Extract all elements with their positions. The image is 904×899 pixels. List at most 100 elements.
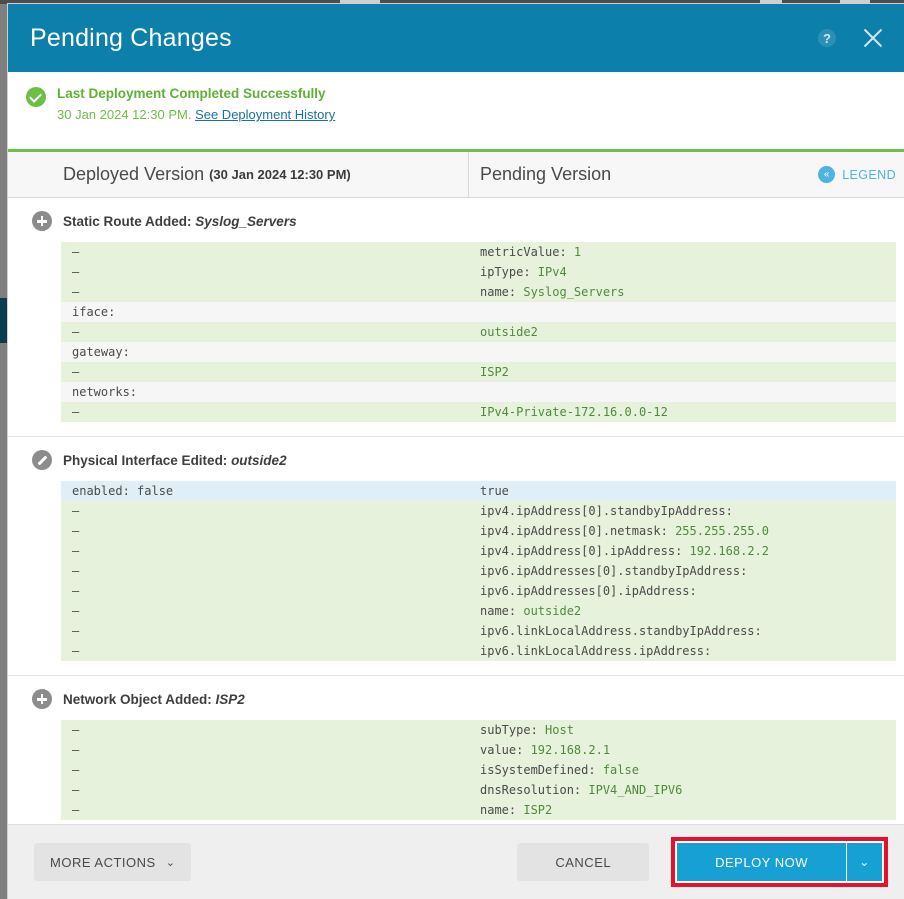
diff-cell-deployed: – <box>61 641 469 661</box>
diff-cell-pending: ipv6.ipAddresses[0].ipAddress: <box>469 581 896 601</box>
change-block-title: Network Object Added: ISP2 <box>63 692 245 707</box>
diff-value: outside2 <box>480 325 538 339</box>
diff-cell-pending: ISP2 <box>469 362 896 382</box>
pending-version-header: Pending Version « LEGEND <box>469 152 904 197</box>
diff-cell-deployed: – <box>61 501 469 521</box>
diff-empty-dash: – <box>72 783 80 797</box>
change-block-title-prefix: Network Object Added: <box>63 691 216 707</box>
help-circle-icon[interactable]: ? <box>818 29 836 47</box>
change-block: Physical Interface Edited: outside2 enabl… <box>8 437 904 676</box>
diff-cell-pending: name: ISP2 <box>469 800 896 820</box>
version-column-headers: Deployed Version (30 Jan 2024 12:30 PM) … <box>8 152 904 198</box>
diff-group-label: networks: <box>72 385 138 399</box>
diff-cell-pending: true <box>469 481 896 501</box>
diff-empty-dash: – <box>72 544 80 558</box>
change-block-header[interactable]: Network Object Added: ISP2 <box>8 676 904 720</box>
diff-key: ipv4.ipAddress[0].ipAddress: <box>480 544 690 558</box>
change-block-title-prefix: Physical Interface Edited: <box>63 452 232 468</box>
diff-cell-pending: ipv6.linkLocalAddress.standbyIpAddress: <box>469 621 896 641</box>
background-navy-accent <box>0 298 8 343</box>
diff-cell-deployed: iface: <box>61 302 469 322</box>
diff-cell-deployed: – <box>61 541 469 561</box>
diff-cell-pending: ipv6.ipAddresses[0].standbyIpAddress: <box>469 561 896 581</box>
diff-row: – name: ISP2 <box>61 800 896 820</box>
diff-cell-pending: dnsResolution: IPV4_AND_IPV6 <box>469 780 896 800</box>
diff-empty-dash: – <box>72 644 80 658</box>
diff-value: 192.168.2.1 <box>530 743 611 757</box>
diff-group-label: gateway: <box>72 345 130 359</box>
diff-empty-dash: – <box>72 325 80 339</box>
diff-empty-dash: – <box>72 265 80 279</box>
diff-cell-deployed: – <box>61 601 469 621</box>
change-block-header[interactable]: Static Route Added: Syslog_Servers <box>8 198 904 242</box>
diff-row: enabled: false true <box>61 481 896 501</box>
diff-cell-deployed: – <box>61 362 469 382</box>
diff-row: – outside2 <box>61 322 896 342</box>
deployed-version-timestamp: (30 Jan 2024 12:30 PM) <box>209 167 351 182</box>
diff-table: enabled: false true – ipv4.ipAddress[0].sta… <box>61 481 896 661</box>
see-deployment-history-link[interactable]: See Deployment History <box>195 107 335 122</box>
diff-row: – isSystemDefined: false <box>61 760 896 780</box>
diff-key: ipv6.ipAddresses[0].standbyIpAddress: <box>480 564 748 578</box>
deploy-options-chevron-down-icon[interactable]: ⌄ <box>846 843 882 881</box>
diff-cell-pending: isSystemDefined: false <box>469 760 896 780</box>
diff-value: ISP2 <box>480 365 509 379</box>
diff-cell-pending <box>469 302 896 322</box>
pending-changes-dialog: Pending Changes ? Last Deployment Comple… <box>8 4 904 899</box>
diff-key: enabled: <box>72 484 138 498</box>
diff-cell-pending <box>469 342 896 362</box>
diff-cell-pending: outside2 <box>469 322 896 342</box>
diff-cell-pending: ipv4.ipAddress[0].netmask: 255.255.255.0 <box>469 521 896 541</box>
dialog-titlebar: Pending Changes ? <box>8 4 904 72</box>
plus-circle-icon <box>32 211 52 231</box>
change-block: Network Object Added: ISP2 – subType: Host… <box>8 676 904 824</box>
close-icon[interactable] <box>860 25 886 51</box>
diff-row: networks: <box>61 382 896 402</box>
diff-row: – ipv4.ipAddress[0].ipAddress: 192.168.2.… <box>61 541 896 561</box>
change-block-title-name: ISP2 <box>215 691 245 707</box>
more-actions-label: MORE ACTIONS <box>50 854 156 870</box>
diff-row: – ipv6.ipAddresses[0].standbyIpAddress: <box>61 561 896 581</box>
diff-cell-pending: ipType: IPv4 <box>469 262 896 282</box>
diff-empty-dash: – <box>72 405 80 419</box>
diff-row: – ipv4.ipAddress[0].standbyIpAddress: <box>61 501 896 521</box>
changes-list[interactable]: Static Route Added: Syslog_Servers – metri… <box>8 198 904 824</box>
diff-cell-deployed: – <box>61 581 469 601</box>
dialog-title: Pending Changes <box>30 23 232 52</box>
diff-empty-dash: – <box>72 584 80 598</box>
diff-value: 255.255.255.0 <box>675 524 769 538</box>
diff-empty-dash: – <box>72 604 80 618</box>
diff-value: Host <box>545 723 574 737</box>
diff-cell-pending: name: Syslog_Servers <box>469 282 896 302</box>
diff-value: true <box>480 484 509 498</box>
diff-key: ipType: <box>480 265 538 279</box>
diff-cell-pending: name: outside2 <box>469 601 896 621</box>
diff-row: – value: 192.168.2.1 <box>61 740 896 760</box>
diff-cell-pending: ipv6.linkLocalAddress.ipAddress: <box>469 641 896 661</box>
diff-row: iface: <box>61 302 896 322</box>
diff-key: name: <box>480 604 524 618</box>
diff-cell-deployed: – <box>61 322 469 342</box>
double-chevron-left-icon: « <box>818 166 836 183</box>
diff-empty-dash: – <box>72 504 80 518</box>
diff-row: – metricValue: 1 <box>61 242 896 262</box>
success-check-icon <box>26 87 46 107</box>
diff-row: – ISP2 <box>61 362 896 382</box>
diff-cell-deployed: gateway: <box>61 342 469 362</box>
diff-key: ipv6.linkLocalAddress.standbyIpAddress: <box>480 624 762 638</box>
cancel-button[interactable]: CANCEL <box>517 843 650 881</box>
diff-key: dnsResolution: <box>480 783 589 797</box>
legend-toggle[interactable]: « LEGEND <box>818 166 896 183</box>
change-block-title-prefix: Static Route Added: <box>63 213 196 229</box>
deployed-version-header: Deployed Version (30 Jan 2024 12:30 PM) <box>8 152 469 197</box>
banner-timestamp: 30 Jan 2024 12:30 PM. <box>57 107 192 122</box>
diff-cell-deployed: – <box>61 521 469 541</box>
diff-row: – ipv6.linkLocalAddress.ipAddress: <box>61 641 896 661</box>
change-block-header[interactable]: Physical Interface Edited: outside2 <box>8 437 904 481</box>
diff-group-label: iface: <box>72 305 116 319</box>
chevron-down-icon: ⌄ <box>165 856 176 869</box>
diff-empty-dash: – <box>72 564 80 578</box>
diff-empty-dash: – <box>72 803 80 817</box>
deploy-now-button[interactable]: DEPLOY NOW <box>677 843 846 881</box>
more-actions-button[interactable]: MORE ACTIONS ⌄ <box>34 843 192 881</box>
